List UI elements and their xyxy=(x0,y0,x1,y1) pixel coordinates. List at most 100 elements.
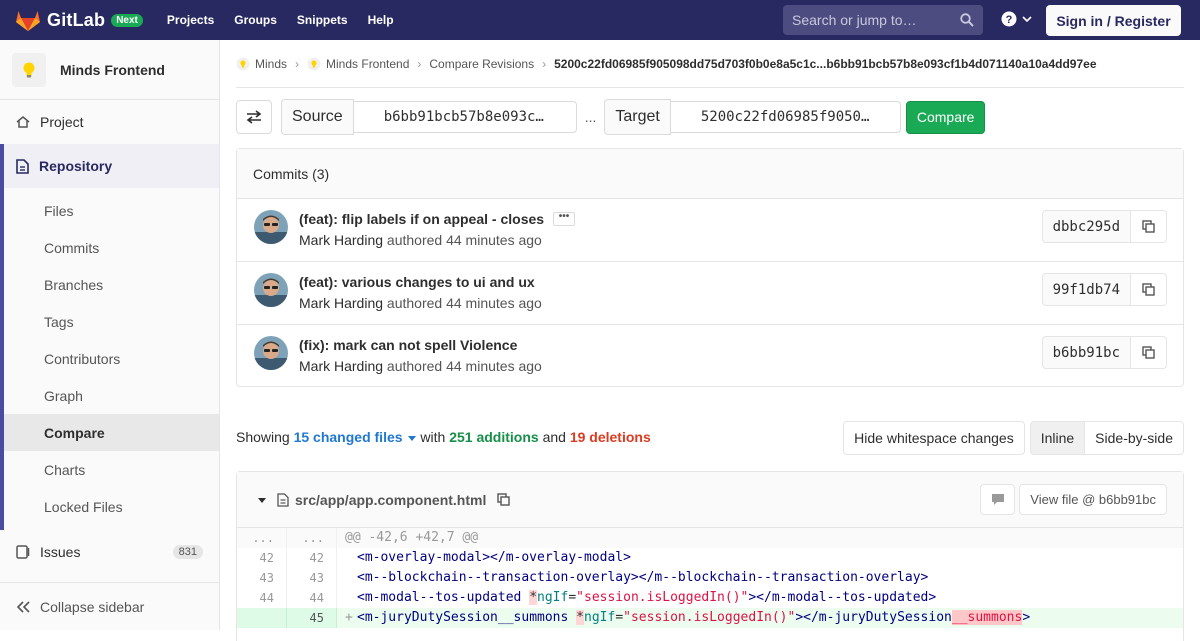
collapse-sidebar-button[interactable]: Collapse sidebar xyxy=(0,582,219,630)
old-line-number[interactable]: 44 xyxy=(237,588,287,608)
sidebar-item-commits[interactable]: Commits xyxy=(0,229,219,266)
next-badge[interactable]: Next xyxy=(111,13,143,27)
toggle-comments-button[interactable] xyxy=(980,484,1016,515)
old-line-number[interactable]: 43 xyxy=(237,568,287,588)
commit-sha[interactable]: 99f1db74 xyxy=(1041,273,1131,306)
commit-sha-group: dbbc295d xyxy=(1041,210,1167,243)
commit-row: (feat): flip labels if on appeal - close… xyxy=(237,199,1183,262)
new-line-number[interactable]: 44 xyxy=(287,588,337,608)
expand-message-button[interactable]: ••• xyxy=(553,212,576,226)
caret-down-icon[interactable] xyxy=(257,496,267,504)
diff-line-addition: 45 + <m-juryDutySession__summons *ngIf="s… xyxy=(237,608,1183,628)
diff-summary: Showing 15 changed files with 251 additi… xyxy=(236,429,651,445)
commit-author[interactable]: Mark Harding xyxy=(299,358,383,374)
commit-time: authored 44 minutes ago xyxy=(386,232,542,248)
commit-title[interactable]: (fix): mark can not spell Violence xyxy=(299,337,517,353)
side-by-side-button[interactable]: Side-by-side xyxy=(1085,421,1184,455)
issues-icon xyxy=(16,545,30,559)
help-dropdown[interactable]: ? xyxy=(1001,11,1032,27)
nav-projects[interactable]: Projects xyxy=(167,13,214,27)
compare-button[interactable]: Compare xyxy=(905,100,986,134)
nav-snippets[interactable]: Snippets xyxy=(297,13,348,27)
commit-sha-group: 99f1db74 xyxy=(1041,273,1167,306)
sidebar-item-graph[interactable]: Graph xyxy=(0,377,219,414)
sidebar-item-charts[interactable]: Charts xyxy=(0,451,219,488)
breadcrumb-minds[interactable]: Minds xyxy=(236,57,287,71)
breadcrumb-compare-revisions[interactable]: Compare Revisions xyxy=(429,57,534,71)
summary-and: and xyxy=(542,429,566,445)
double-chevron-left-icon xyxy=(16,600,30,613)
sidebar-item-contributors[interactable]: Contributors xyxy=(0,340,219,377)
diff-line-match: ... ... @@ -42,6 +42,7 @@ xyxy=(237,528,1183,548)
new-line-number[interactable]: ... xyxy=(287,528,337,548)
copy-sha-button[interactable] xyxy=(1131,336,1167,369)
copy-sha-button[interactable] xyxy=(1131,210,1167,243)
new-line-number[interactable]: 42 xyxy=(287,548,337,568)
swap-revisions-button[interactable] xyxy=(236,100,272,134)
old-line-number[interactable]: ... xyxy=(237,528,287,548)
new-line-number[interactable]: 45 xyxy=(287,608,337,628)
commit-title-text: (feat): flip labels if on appeal - close… xyxy=(299,211,545,227)
commit-meta: Mark Harding authored 44 minutes ago xyxy=(299,295,542,311)
copy-icon xyxy=(1142,283,1155,296)
top-navbar: GitLab Next Projects Groups Snippets Hel… xyxy=(0,0,1200,40)
avatar[interactable] xyxy=(254,273,288,307)
copy-icon[interactable] xyxy=(497,493,511,506)
sidebar-item-project[interactable]: Project xyxy=(0,103,219,140)
view-file-button[interactable]: View file @ b6bb91bc xyxy=(1019,484,1167,515)
file-path[interactable]: src/app/app.component.html xyxy=(295,492,486,508)
nav-groups[interactable]: Groups xyxy=(234,13,277,27)
hunk-header: @@ -42,6 +42,7 @@ xyxy=(345,530,479,545)
sidebar-item-tags[interactable]: Tags xyxy=(0,303,219,340)
hide-whitespace-button[interactable]: Hide whitespace changes xyxy=(843,421,1025,455)
sidebar-item-repository[interactable]: Repository xyxy=(0,144,219,188)
breadcrumb-label: Minds Frontend xyxy=(326,56,410,71)
commit-meta: Mark Harding authored 44 minutes ago xyxy=(299,358,542,374)
target-label: Target xyxy=(604,99,671,135)
old-line-number[interactable] xyxy=(237,608,287,628)
sidebar-item-issues[interactable]: Issues 831 xyxy=(0,530,219,574)
commit-author[interactable]: Mark Harding xyxy=(299,295,383,311)
sidebar-project-header[interactable]: Minds Frontend xyxy=(0,40,219,100)
inline-view-button[interactable]: Inline xyxy=(1029,421,1086,455)
signin-button[interactable]: Sign in / Register xyxy=(1046,5,1181,36)
breadcrumb-label: Minds xyxy=(255,56,288,71)
doc-icon xyxy=(16,158,29,174)
nav-help[interactable]: Help xyxy=(368,13,394,27)
changed-files-dropdown[interactable]: 15 changed files xyxy=(294,429,417,445)
search-input[interactable]: Search or jump to… xyxy=(783,5,983,35)
new-line-number[interactable]: 43 xyxy=(287,568,337,588)
sidebar-item-label: Issues xyxy=(40,544,81,560)
commit-time: authored 44 minutes ago xyxy=(386,295,542,311)
sidebar-item-files[interactable]: Files xyxy=(0,188,219,229)
main-content: Minds › Minds Frontend › Compare Revisio… xyxy=(236,40,1184,641)
commit-title[interactable]: (feat): various changes to ui and ux xyxy=(299,274,535,290)
project-name: Minds Frontend xyxy=(60,61,165,78)
commit-sha-group: b6bb91bc xyxy=(1041,336,1167,369)
sidebar-item-locked-files[interactable]: Locked Files xyxy=(0,488,219,530)
chevron-down-icon xyxy=(1022,16,1032,23)
sidebar-item-compare[interactable]: Compare xyxy=(0,414,219,451)
target-ref-input[interactable]: 5200c22fd06985f9050… xyxy=(670,101,901,133)
line-content: <m-overlay-modal></m-overlay-modal> xyxy=(357,550,631,565)
bulb-icon xyxy=(236,57,250,70)
avatar[interactable] xyxy=(254,210,288,244)
commit-row: (fix): mark can not spell Violence Mark … xyxy=(237,325,1183,388)
old-line-number[interactable]: 42 xyxy=(237,548,287,568)
gitlab-logo[interactable]: GitLab Next xyxy=(16,9,143,31)
breadcrumb-current[interactable]: 5200c22fd06985f905098dd75d703f0b0e8a5c1c… xyxy=(554,57,1096,71)
commit-sha[interactable]: dbbc295d xyxy=(1041,210,1131,243)
compare-form: Source b6bb91bcb57b8e093c… ... Target 52… xyxy=(236,99,986,135)
breadcrumb-minds-frontend[interactable]: Minds Frontend xyxy=(307,57,409,71)
commit-sha[interactable]: b6bb91bc xyxy=(1041,336,1131,369)
avatar[interactable] xyxy=(254,336,288,370)
commits-header: Commits (3) xyxy=(237,149,1183,199)
question-icon: ? xyxy=(1001,11,1017,27)
copy-sha-button[interactable] xyxy=(1131,273,1167,306)
additions-count: 251 additions xyxy=(449,429,539,445)
commit-meta: Mark Harding authored 44 minutes ago xyxy=(299,232,542,248)
commit-title[interactable]: (feat): flip labels if on appeal - close… xyxy=(299,211,576,227)
commit-author[interactable]: Mark Harding xyxy=(299,232,383,248)
sidebar-item-branches[interactable]: Branches xyxy=(0,266,219,303)
source-ref-input[interactable]: b6bb91bcb57b8e093c… xyxy=(353,101,577,133)
